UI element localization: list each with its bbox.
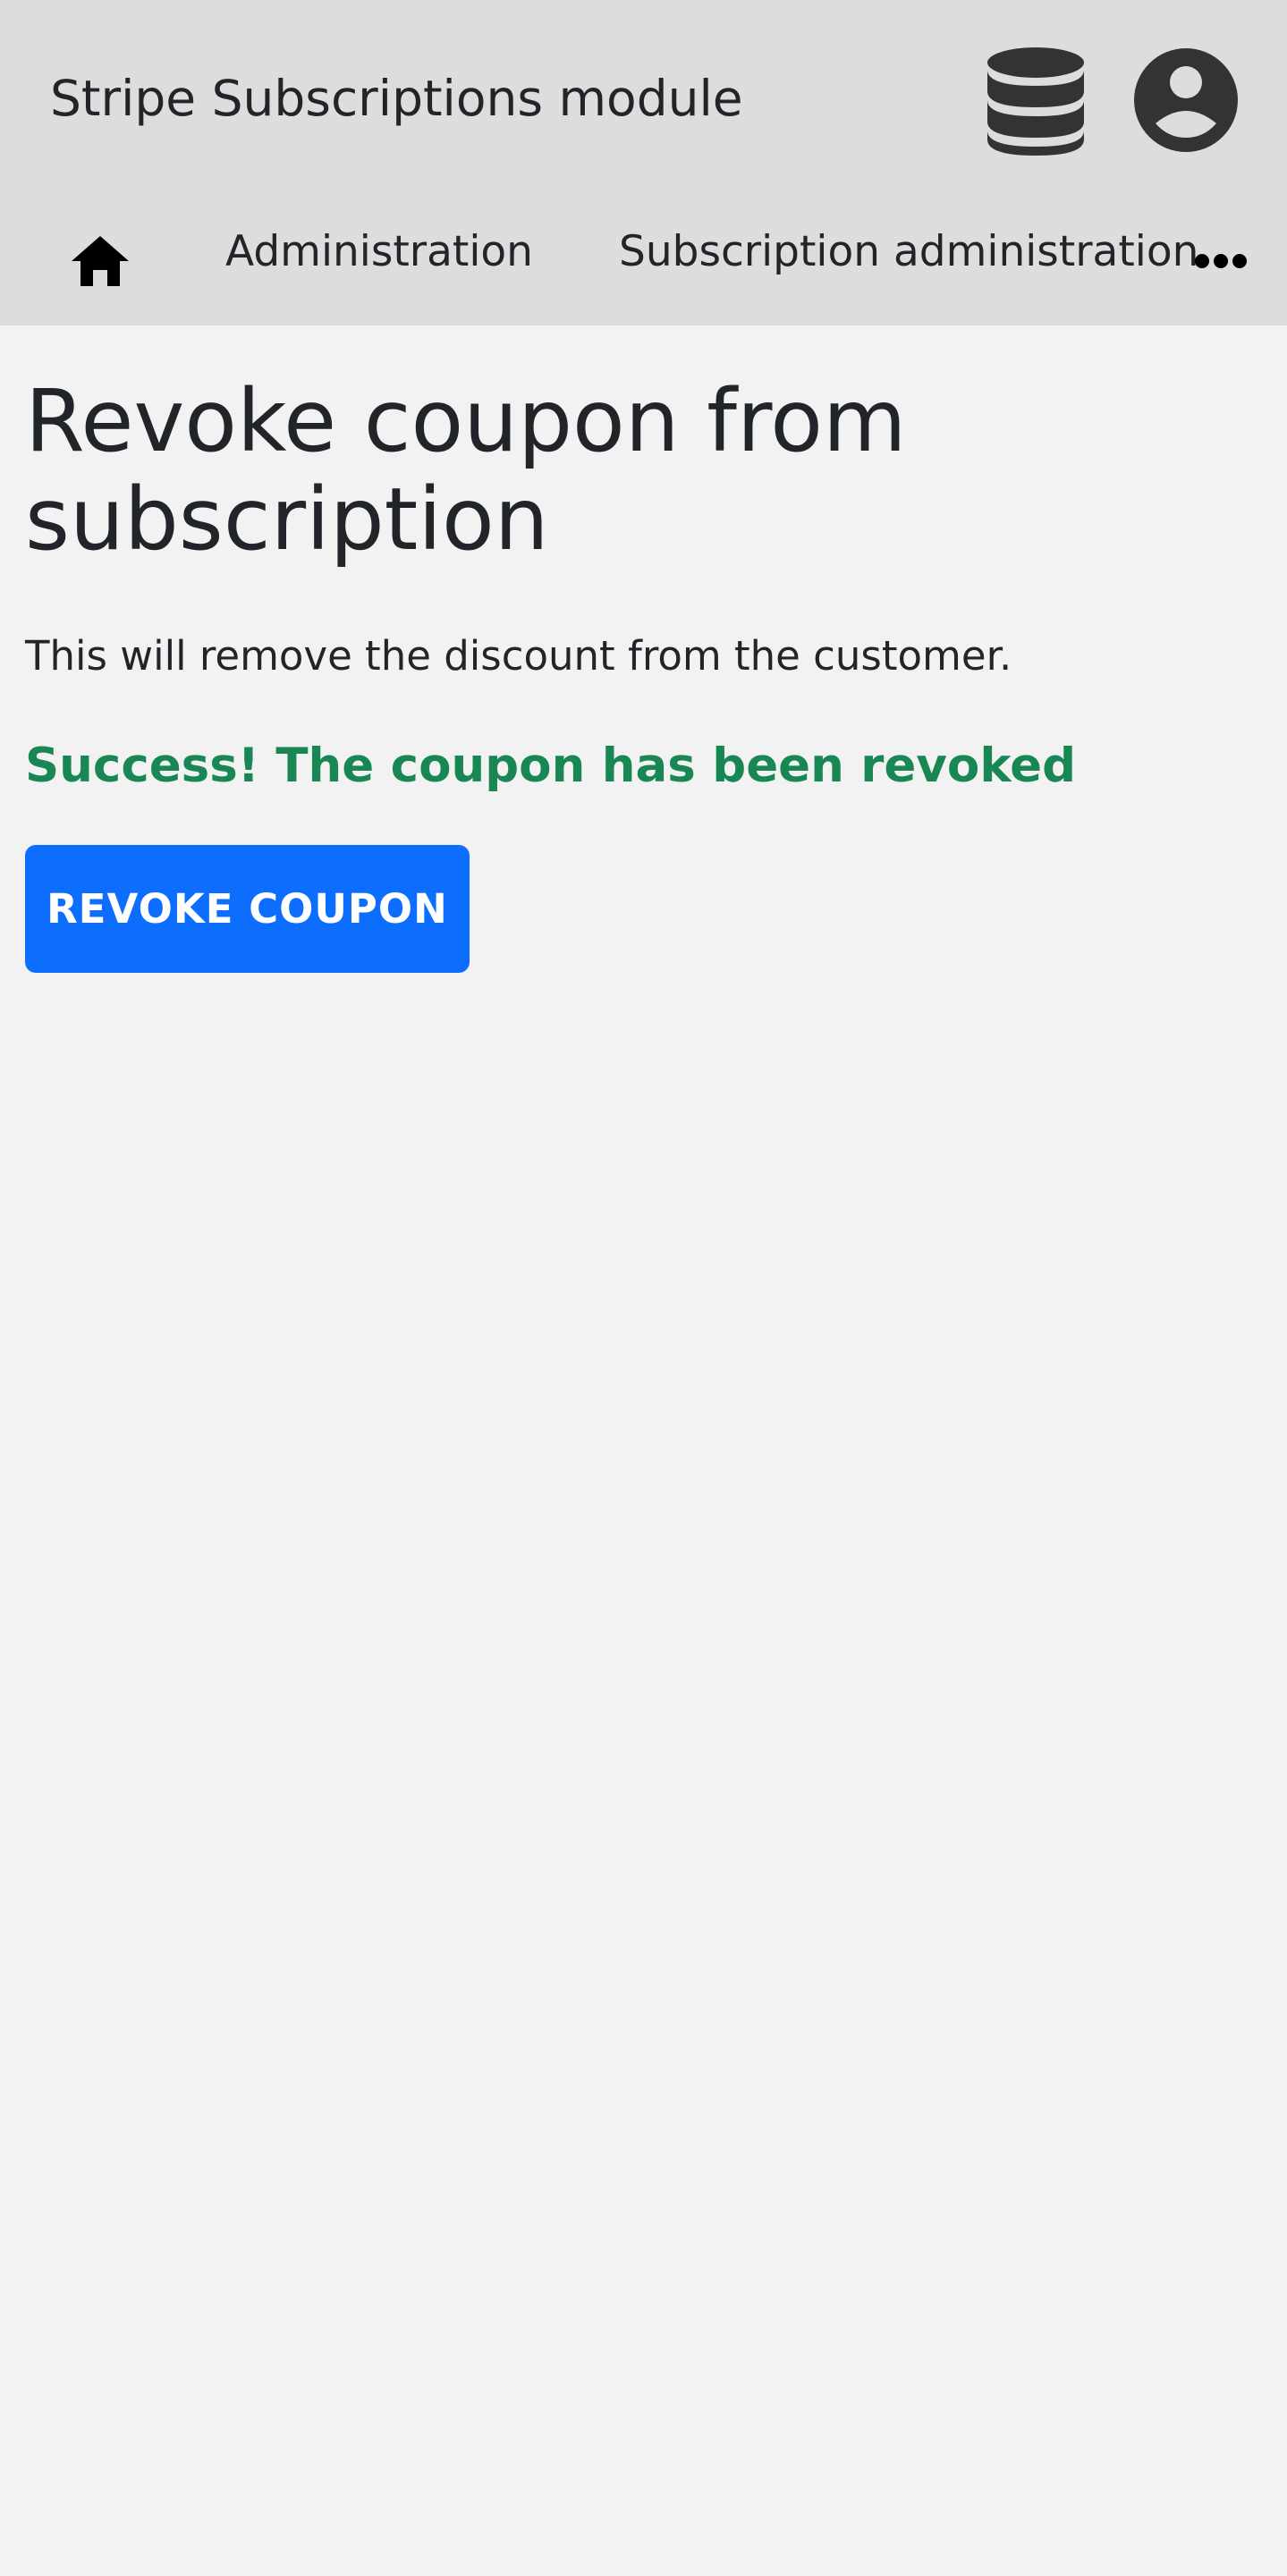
app-title: Stripe Subscriptions module [50, 70, 743, 127]
home-icon[interactable] [70, 234, 131, 288]
nav-item-administration[interactable]: Administration [225, 225, 533, 279]
page-description: This will remove the discount from the c… [25, 632, 1012, 680]
account-circle-icon[interactable] [1134, 48, 1238, 152]
database-icon[interactable] [987, 46, 1084, 156]
success-message: Success! The coupon has been revoked [25, 739, 1077, 793]
page-title: Revoke coupon from subscription [25, 371, 907, 570]
more-horizontal-icon[interactable] [1193, 250, 1249, 272]
nav-item-subscription-administration[interactable]: Subscription administration [619, 225, 1198, 279]
app-header: Stripe Subscriptions module Administrati… [0, 0, 1287, 325]
revoke-coupon-button[interactable]: REVOKE COUPON [25, 845, 470, 973]
breadcrumb-nav: Administration Subscription administrati… [0, 206, 1287, 304]
